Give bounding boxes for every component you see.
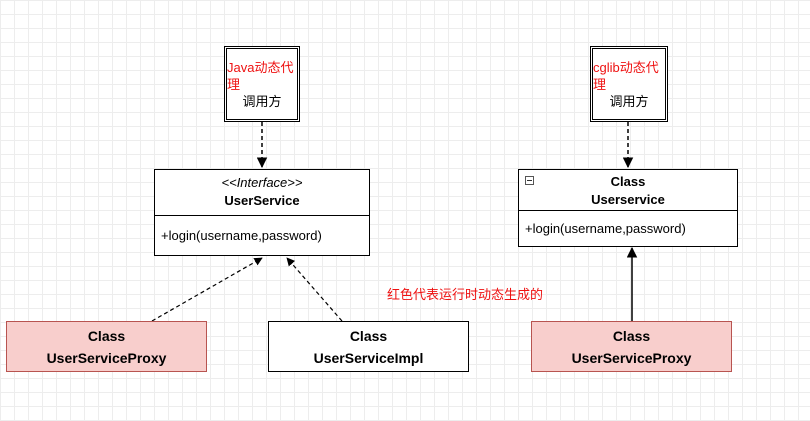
right-caller-label: 调用方 bbox=[609, 93, 649, 109]
interface-header: <<Interface>> UserService bbox=[155, 170, 369, 216]
class-userservice: Class Userservice +login(username,passwo… bbox=[518, 169, 738, 247]
interface-method: +login(username,password) bbox=[161, 228, 322, 243]
right-proxy-class: Class UserServiceProxy bbox=[531, 321, 732, 372]
left-caller-title: Java动态代理 bbox=[227, 59, 294, 92]
left-proxy-name: UserServiceProxy bbox=[46, 349, 167, 366]
class-method: +login(username,password) bbox=[525, 221, 686, 236]
diagram-canvas: Java动态代理 调用方 cglib动态代理 调用方 <<Interface>>… bbox=[0, 0, 810, 421]
class-header: Class Userservice bbox=[519, 170, 737, 211]
impl-kind: Class bbox=[349, 327, 388, 344]
collapse-toggle-icon[interactable] bbox=[525, 176, 534, 185]
impl-implements-interface-arrow bbox=[286, 257, 343, 322]
interface-stereotype: <<Interface>> bbox=[221, 175, 303, 190]
left-caller-label: 调用方 bbox=[242, 93, 282, 109]
class-kind: Class bbox=[610, 174, 646, 189]
impl-name: UserServiceImpl bbox=[313, 349, 424, 366]
left-proxy-kind: Class bbox=[87, 327, 126, 344]
runtime-note: 红色代表运行时动态生成的 bbox=[387, 287, 544, 302]
left-proxy-class: Class UserServiceProxy bbox=[6, 321, 207, 372]
class-name: Userservice bbox=[591, 192, 665, 207]
interface-name: UserService bbox=[224, 193, 300, 208]
interface-userservice: <<Interface>> UserService +login(usernam… bbox=[154, 169, 370, 256]
right-caller-title: cglib动态代理 bbox=[593, 59, 659, 92]
right-caller-box: cglib动态代理 调用方 bbox=[590, 46, 668, 122]
right-proxy-kind: Class bbox=[612, 327, 651, 344]
proxy-implements-interface-arrow bbox=[151, 257, 263, 322]
impl-class: Class UserServiceImpl bbox=[268, 321, 469, 372]
left-caller-box: Java动态代理 调用方 bbox=[224, 46, 300, 122]
right-proxy-name: UserServiceProxy bbox=[571, 349, 692, 366]
